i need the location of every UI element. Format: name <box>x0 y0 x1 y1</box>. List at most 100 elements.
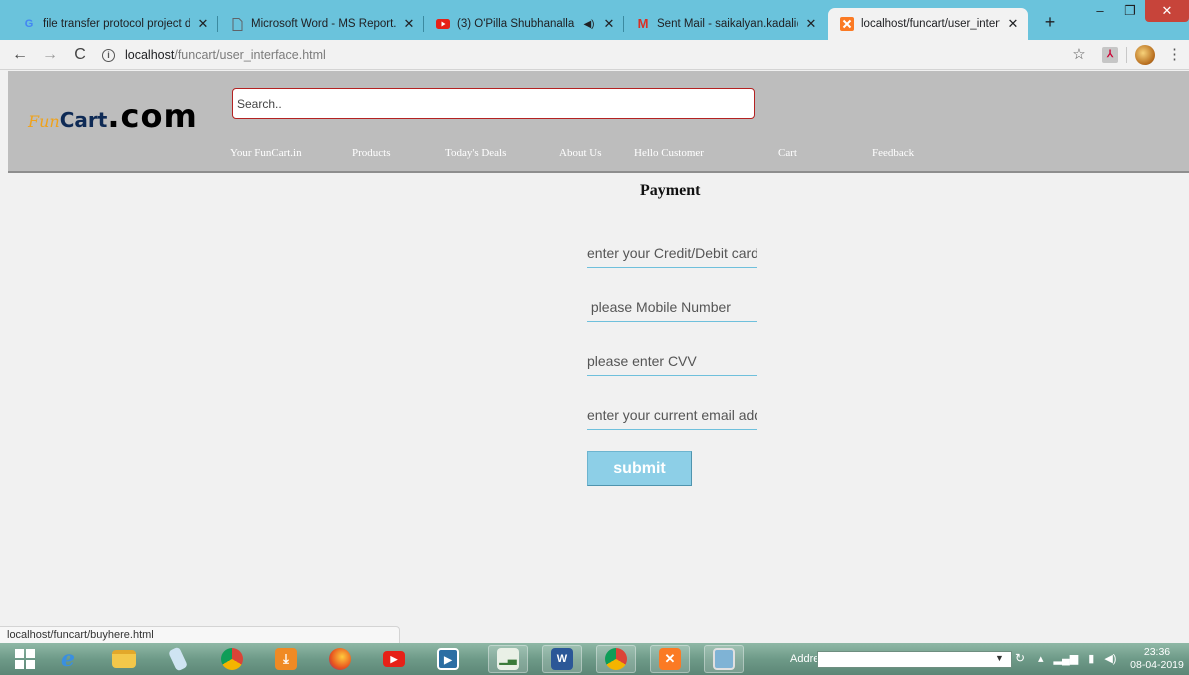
profile-avatar[interactable] <box>1135 45 1155 65</box>
taskbar-clock[interactable]: 23:36 08-04-2019 <box>1128 646 1186 672</box>
address-bar[interactable]: i localhost /funcart/user_interface.html <box>102 45 326 65</box>
taskbar-firefox[interactable] <box>320 645 360 673</box>
window-controls: – ❐ ✕ <box>1085 0 1189 26</box>
taskbar-remote-desktop[interactable] <box>704 645 744 673</box>
nav-feedback[interactable]: Feedback <box>872 147 914 159</box>
taskbar-notepad[interactable] <box>158 645 198 673</box>
link-status-bubble: localhost/funcart/buyhere.html <box>0 626 400 643</box>
email-field[interactable] <box>587 400 757 430</box>
youtube-icon <box>436 17 450 31</box>
windows-logo-icon <box>15 649 35 669</box>
chrome-icon <box>605 648 627 670</box>
speaker-icon: ◀︎) <box>583 18 595 30</box>
window-close-icon[interactable]: ✕ <box>1145 0 1189 22</box>
close-icon[interactable]: ✕ <box>402 16 416 32</box>
nav-hello-customer[interactable]: Hello Customer <box>634 147 704 159</box>
main-nav: Your FunCart.in Products Today's Deals A… <box>8 147 1189 161</box>
battery-icon[interactable]: ▮ <box>1088 652 1094 665</box>
volume-icon[interactable]: ◀︎) <box>1104 652 1116 665</box>
download-icon: ⤓ <box>275 648 297 670</box>
taskbar-word[interactable]: W <box>542 645 582 673</box>
xampp-icon: ✕ <box>659 648 681 670</box>
new-tab-button[interactable]: + <box>1040 12 1060 33</box>
tab-file-transfer-protocol[interactable]: G file transfer protocol project doc ✕ <box>10 8 218 40</box>
url-host: localhost <box>125 48 175 62</box>
refresh-icon[interactable]: ↻ <box>1015 651 1025 665</box>
funcart-logo[interactable]: FunCart.com <box>28 97 198 135</box>
chevron-down-icon[interactable]: ▼ <box>995 653 1004 663</box>
tab-funcart-user-interface[interactable]: localhost/funcart/user_interface ✕ <box>828 8 1028 40</box>
browser-toolbar: ← → C i localhost /funcart/user_interfac… <box>0 40 1189 70</box>
network-signal-icon[interactable]: ▂▄▆ <box>1054 652 1079 665</box>
info-icon[interactable]: i <box>102 48 115 62</box>
taskbar-internet-explorer[interactable]: e <box>48 645 88 673</box>
mobile-number-field[interactable] <box>587 292 757 322</box>
cvv-field[interactable] <box>587 346 757 376</box>
reload-icon[interactable]: C <box>70 45 90 65</box>
toolbar-divider <box>1126 47 1127 63</box>
taskbar-media-player[interactable]: ▶ <box>428 645 468 673</box>
clock-time: 23:36 <box>1143 646 1171 658</box>
nav-todays-deals[interactable]: Today's Deals <box>445 147 506 159</box>
submit-button[interactable]: submit <box>587 451 692 486</box>
media-player-icon: ▶ <box>437 648 459 670</box>
tab-youtube[interactable]: (3) O'Pilla Shubhanalla Telug ◀︎) ✕ <box>424 8 624 40</box>
taskbar-xampp[interactable]: ✕ <box>650 645 690 673</box>
start-button[interactable] <box>6 645 44 673</box>
site-header: FunCart.com Your FunCart.in Products Tod… <box>8 71 1189 173</box>
close-icon[interactable]: ✕ <box>602 16 616 32</box>
url-path: /funcart/user_interface.html <box>174 48 326 62</box>
search-input[interactable] <box>232 88 755 119</box>
system-tray: ▴ ▂▄▆ ▮ ◀︎) <box>1038 652 1116 665</box>
firefox-icon <box>329 648 351 670</box>
payment-title: Payment <box>640 182 701 199</box>
browser-tabstrip: G file transfer protocol project doc ✕ M… <box>0 0 1189 40</box>
logo-com: .com <box>107 97 198 135</box>
chrome-icon <box>221 648 243 670</box>
word-icon: W <box>551 648 573 670</box>
card-number-field[interactable] <box>587 238 757 268</box>
forward-arrow-icon[interactable]: → <box>40 45 60 65</box>
close-icon[interactable]: ✕ <box>1006 16 1020 32</box>
youtube-icon: ▶ <box>383 651 405 667</box>
tray-expand-icon[interactable]: ▴ <box>1038 652 1044 665</box>
gmail-icon: M <box>637 16 649 31</box>
toolbar-actions: ☆ ⅄ ⋮ <box>1064 45 1189 65</box>
nav-products[interactable]: Products <box>352 147 391 159</box>
tab-title: Microsoft Word - MS Report.doc <box>251 18 396 30</box>
nav-your-funcart[interactable]: Your FunCart.in <box>230 147 302 159</box>
google-icon: G <box>24 18 34 30</box>
tab-gmail[interactable]: M Sent Mail - saikalyan.kadali@gm ✕ <box>624 8 826 40</box>
close-icon[interactable]: ✕ <box>804 16 818 32</box>
back-arrow-icon[interactable]: ← <box>10 45 30 65</box>
bookmark-star-icon[interactable]: ☆ <box>1068 45 1090 65</box>
restore-icon[interactable]: ❐ <box>1115 0 1145 22</box>
taskbar-downloads[interactable]: ⤓ <box>266 645 306 673</box>
chart-icon: ▁▃ <box>497 648 519 670</box>
folder-icon <box>112 650 136 668</box>
taskbar-youtube[interactable]: ▶ <box>374 645 414 673</box>
tab-title: localhost/funcart/user_interface <box>861 18 1000 30</box>
pencil-icon <box>167 646 189 672</box>
tab-title: file transfer protocol project doc <box>43 18 190 30</box>
monitor-icon <box>713 648 735 670</box>
logo-fun: Fun <box>28 112 60 131</box>
clock-date: 08-04-2019 <box>1130 659 1184 671</box>
taskbar-file-explorer[interactable] <box>104 645 144 673</box>
taskbar-chrome-2[interactable] <box>596 645 636 673</box>
tab-title: (3) O'Pilla Shubhanalla Telug <box>457 18 576 30</box>
close-icon[interactable]: ✕ <box>196 16 210 32</box>
windows-taskbar: e ⤓ ▶ ▶ ▁▃ W ✕ Address ▼ ↻ ▴ ▂▄▆ ▮ ◀︎) 2… <box>0 643 1189 675</box>
taskbar-address-input[interactable] <box>817 651 1012 668</box>
xampp-icon <box>840 17 854 31</box>
internet-explorer-icon: e <box>61 646 75 672</box>
logo-cart: Cart <box>59 108 108 132</box>
tab-ms-report[interactable]: Microsoft Word - MS Report.doc ✕ <box>218 8 424 40</box>
taskbar-chrome-1[interactable] <box>212 645 252 673</box>
pdf-extension-icon[interactable]: ⅄ <box>1102 47 1118 63</box>
nav-cart[interactable]: Cart <box>778 147 797 159</box>
nav-about-us[interactable]: About Us <box>559 147 601 159</box>
taskbar-task-manager[interactable]: ▁▃ <box>488 645 528 673</box>
minimize-icon[interactable]: – <box>1085 0 1115 22</box>
menu-kebab-icon[interactable]: ⋮ <box>1167 45 1182 65</box>
